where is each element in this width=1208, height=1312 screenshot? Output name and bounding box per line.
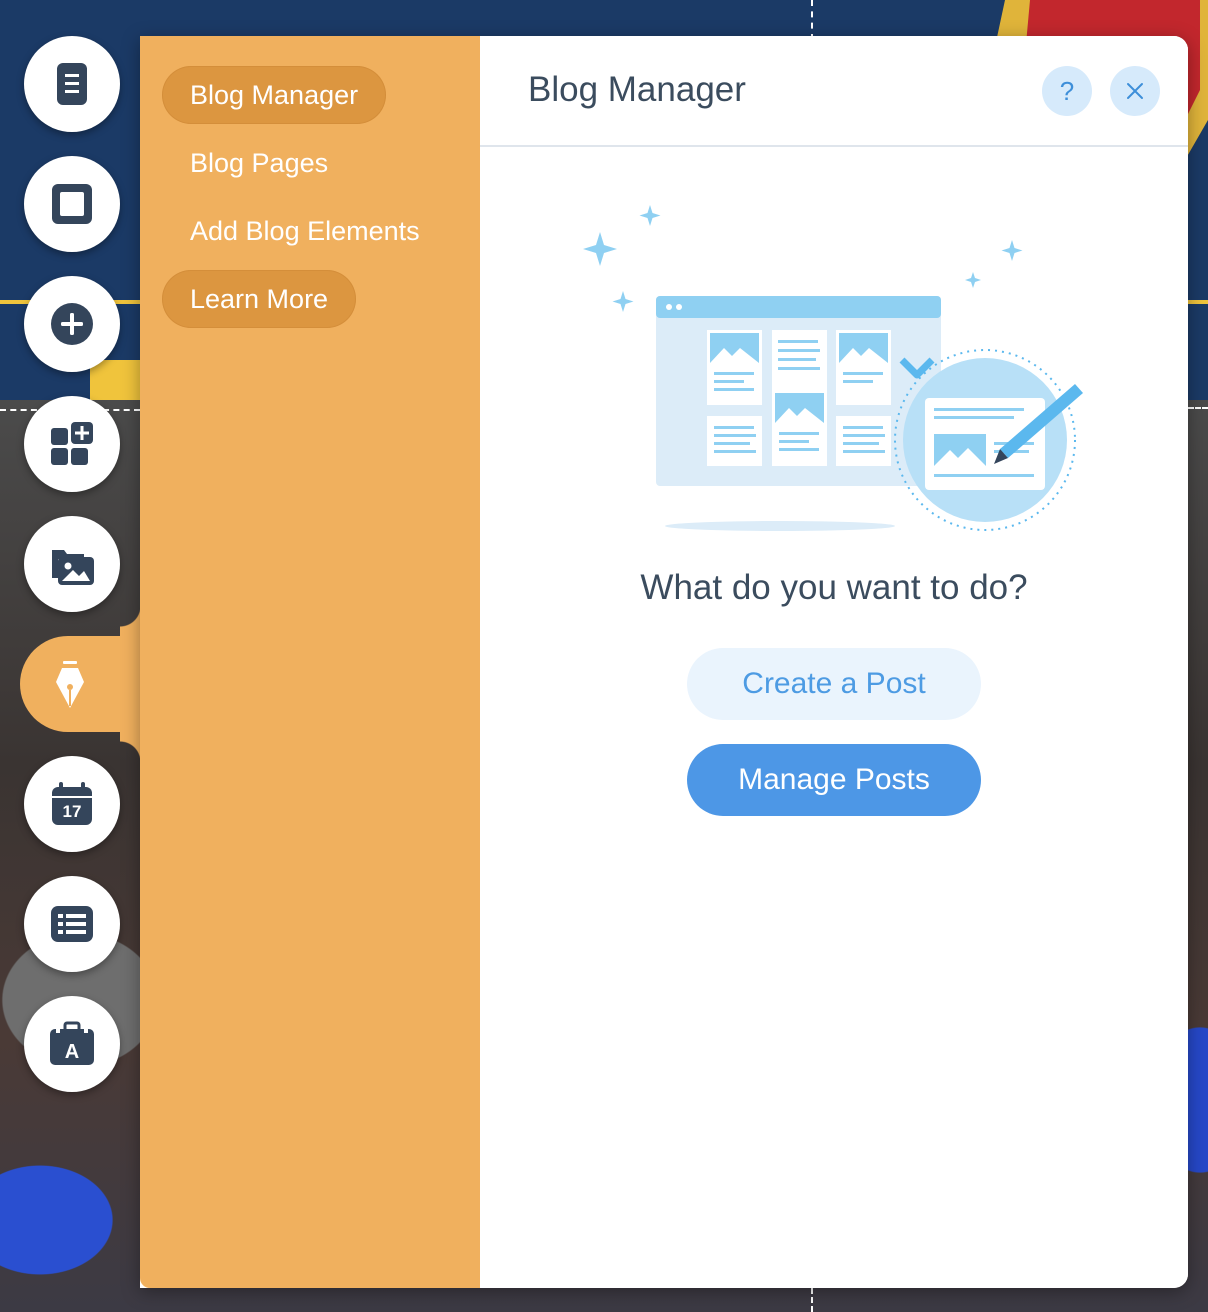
pen-nib-icon [56,661,84,708]
close-icon [1127,83,1143,99]
sparkle-icons [583,205,1023,312]
pages-menu-button[interactable] [24,36,120,132]
menu-item-add-blog-elements[interactable]: Add Blog Elements [162,202,448,260]
menu-item-learn-more[interactable]: Learn More [162,270,357,328]
square-icon [52,184,92,224]
page-icon [57,63,87,105]
plus-icon [51,303,93,345]
calendar-day-label: 17 [63,802,82,821]
menu-item-blog-pages[interactable]: Blog Pages [162,134,356,192]
background-button[interactable] [24,156,120,252]
list-button[interactable] [24,876,120,972]
calendar-icon: 17 [52,782,92,825]
blog-panel-sidebar: Blog Manager Blog Pages Add Blog Element… [140,36,480,1288]
business-button[interactable]: A [24,996,120,1092]
section-divider-guide [1188,407,1208,409]
list-icon [51,906,93,942]
blog-panel-content: Blog Manager ? What do you want to do? C… [480,36,1188,1288]
close-button[interactable] [1110,66,1160,116]
briefcase-letter: A [65,1041,79,1063]
help-icon: ? [1059,75,1075,106]
prompt-question: What do you want to do? [640,568,1028,607]
apps-icon [51,422,93,465]
gridline-guide [811,1288,813,1312]
briefcase-icon: A [50,1021,94,1065]
blog-manager-panel: Blog Manager Blog Pages Add Blog Element… [140,36,1188,1288]
manage-posts-button[interactable]: Manage Posts [687,744,981,816]
panel-title: Blog Manager [528,70,746,109]
post-cards [707,330,891,466]
active-tab-curve [120,606,140,636]
left-toolbar: 17 A [0,0,150,1312]
blog-illustration [583,205,1083,531]
bookings-button[interactable]: 17 [24,756,120,852]
add-apps-button[interactable] [24,396,120,492]
help-button[interactable]: ? [1042,66,1092,116]
blog-button[interactable] [20,636,150,732]
create-post-button[interactable]: Create a Post [687,648,981,720]
add-button[interactable] [24,276,120,372]
media-icon [52,550,94,585]
media-button[interactable] [24,516,120,612]
menu-item-blog-manager[interactable]: Blog Manager [162,66,387,124]
active-tab-curve [120,732,140,762]
gridline-guide [811,0,813,40]
panel-header: Blog Manager ? [480,36,1188,147]
